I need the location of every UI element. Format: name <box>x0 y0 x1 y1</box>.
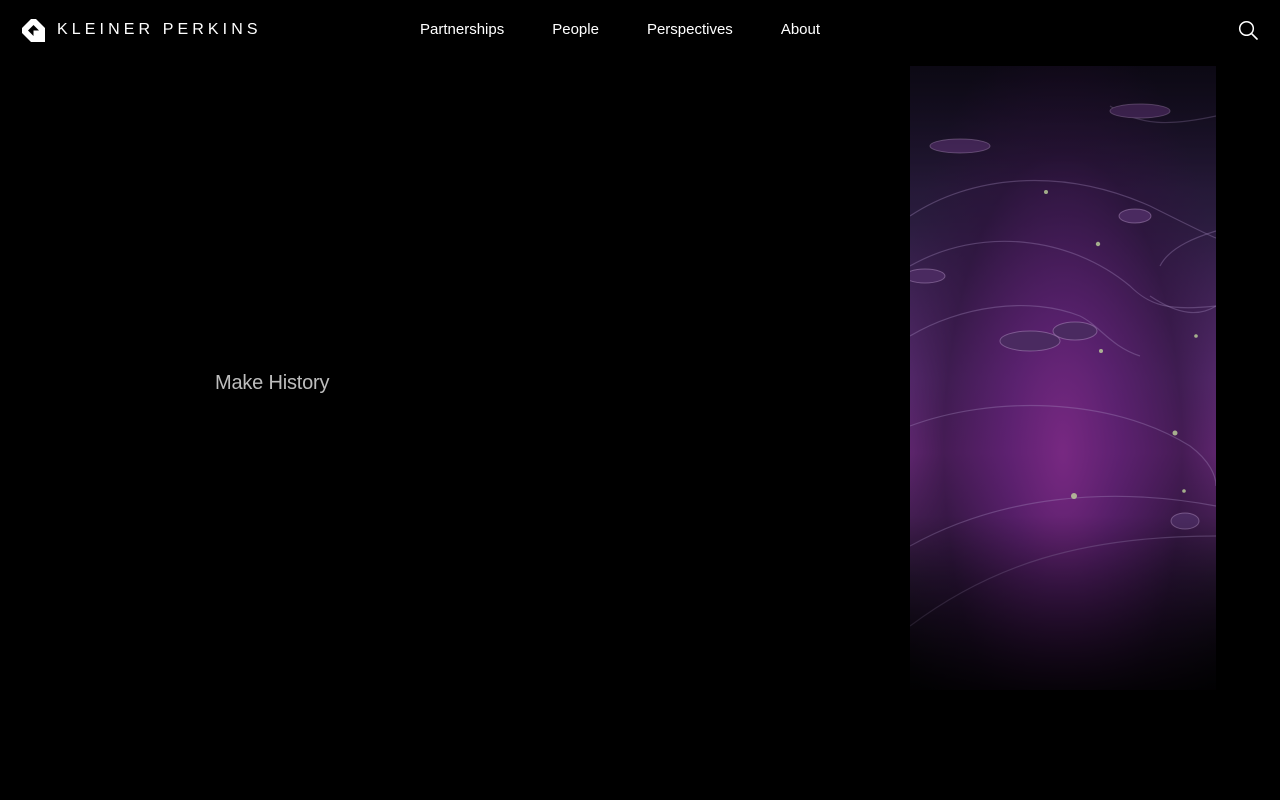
nav-item-about[interactable]: About <box>781 19 820 41</box>
abstract-circuit-artwork <box>910 66 1216 690</box>
kleiner-perkins-mark-icon <box>22 18 45 42</box>
hero-image <box>910 66 1216 690</box>
nav-item-people[interactable]: People <box>552 19 599 41</box>
nav-item-perspectives[interactable]: Perspectives <box>647 19 733 41</box>
page: KLEINER PERKINS Partnerships People Pers… <box>0 0 1280 800</box>
hero-title: Make History <box>215 372 330 394</box>
logo-link[interactable]: KLEINER PERKINS <box>22 18 262 42</box>
site-header: KLEINER PERKINS Partnerships People Pers… <box>0 0 1280 60</box>
logo-wordmark: KLEINER PERKINS <box>57 21 262 38</box>
main-nav: Partnerships People Perspectives About <box>420 19 868 41</box>
search-icon <box>1238 20 1258 40</box>
search-button[interactable] <box>1238 20 1258 40</box>
nav-item-partnerships[interactable]: Partnerships <box>420 19 504 41</box>
